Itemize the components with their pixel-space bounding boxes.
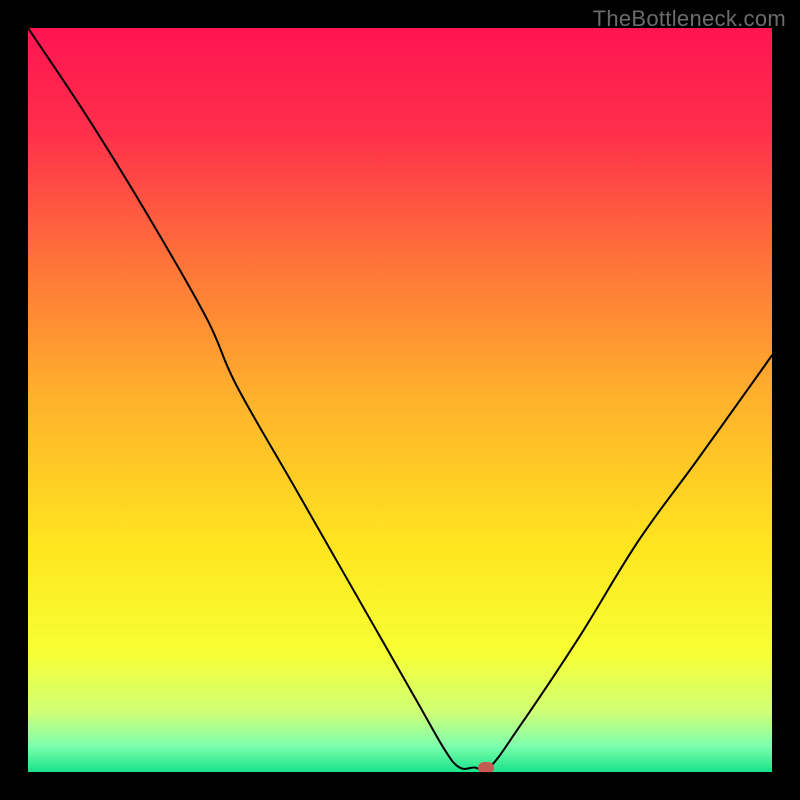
watermark-text: TheBottleneck.com — [593, 6, 786, 32]
minimum-marker — [478, 762, 494, 772]
plot-area — [28, 28, 772, 772]
chart-frame: TheBottleneck.com — [0, 0, 800, 800]
bottleneck-curve — [28, 28, 772, 772]
